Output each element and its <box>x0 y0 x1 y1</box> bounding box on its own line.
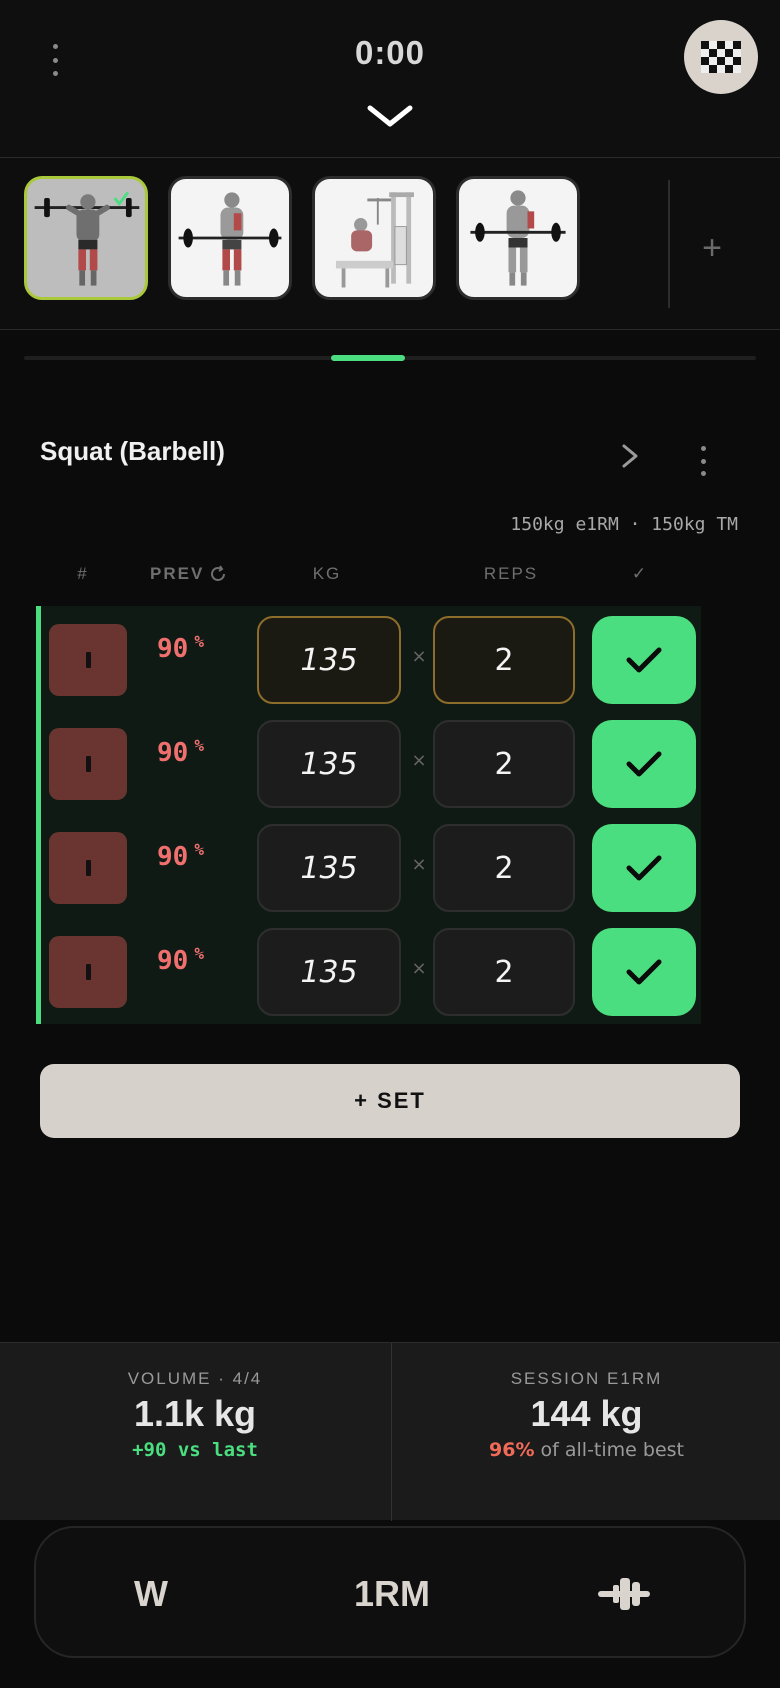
checkered-flag-icon[interactable] <box>684 20 758 94</box>
e1rm-stat: SESSION E1RM 144 kg 96% of all-time best <box>391 1343 780 1521</box>
weight-input[interactable]: 135 <box>257 720 401 808</box>
add-exercise-button[interactable]: + <box>684 228 740 268</box>
sets-table: 90% 135 × 2 90% 135 × 2 90% 135 × 2 90% … <box>36 606 701 1024</box>
check-icon <box>626 647 662 673</box>
reps-input[interactable]: 2 <box>433 616 575 704</box>
column-header-kg: KG <box>312 564 342 583</box>
cable-row-figure-icon <box>335 192 414 288</box>
volume-stat: VOLUME · 4/4 1.1k kg +90 vs last <box>0 1343 390 1521</box>
warmup-button[interactable]: W <box>96 1556 206 1632</box>
barbell-row-figure-icon <box>178 192 282 286</box>
complete-set-button[interactable] <box>592 616 696 704</box>
previous-value[interactable]: 90% <box>157 944 267 976</box>
exercise-menu-icon[interactable] <box>694 446 712 476</box>
exercise-thumbnail-overhead-press[interactable] <box>24 176 148 300</box>
session-stats-panel: VOLUME · 4/4 1.1k kg +90 vs last SESSION… <box>0 1342 780 1521</box>
weight-input[interactable]: 135 <box>257 928 401 1016</box>
column-header-number: # <box>77 564 89 583</box>
barbell-curl-figure-icon <box>470 190 566 286</box>
previous-value[interactable]: 90% <box>157 736 267 768</box>
previous-value[interactable]: 90% <box>157 632 267 664</box>
times-sign: × <box>411 646 427 667</box>
check-icon <box>626 855 662 881</box>
prev-label: PREV <box>150 564 205 583</box>
set-type-button[interactable] <box>49 624 127 696</box>
set-type-button[interactable] <box>49 832 127 904</box>
exercise-thumbnail-cable-row[interactable] <box>312 176 436 300</box>
exercise-thumbnail-barbell-row[interactable] <box>168 176 292 300</box>
check-icon <box>113 191 130 207</box>
reps-input[interactable]: 2 <box>433 824 575 912</box>
set-type-marker <box>85 756 91 772</box>
set-row: 90% 135 × 2 <box>41 606 701 710</box>
times-sign: × <box>411 750 427 771</box>
previous-value[interactable]: 90% <box>157 840 267 872</box>
add-set-button[interactable]: + SET <box>40 1064 740 1138</box>
set-type-button[interactable] <box>49 936 127 1008</box>
chevron-right-icon[interactable] <box>616 440 644 472</box>
one-rm-button[interactable]: 1RM <box>322 1556 462 1632</box>
thumbnail-divider <box>668 180 670 308</box>
exercise-progress-indicator <box>331 355 405 361</box>
check-icon <box>626 959 662 985</box>
reps-input[interactable]: 2 <box>433 928 575 1016</box>
complete-set-button[interactable] <box>592 824 696 912</box>
bottom-toolbar: W 1RM <box>34 1526 746 1658</box>
times-sign: × <box>411 854 427 875</box>
e1rm-label: SESSION E1RM <box>510 1369 663 1388</box>
volume-value: 1.1k kg <box>133 1393 257 1434</box>
set-row: 90% 135 × 2 <box>41 918 701 1022</box>
volume-label: VOLUME · 4/4 <box>127 1369 263 1388</box>
set-row: 90% 135 × 2 <box>41 710 701 814</box>
refresh-icon <box>211 565 226 581</box>
workout-header: 0:00 <box>0 0 780 158</box>
e1rm-comparison: 96% of all-time best <box>489 1439 684 1461</box>
volume-delta: +90 vs last <box>132 1439 258 1461</box>
column-header-check: ✓ <box>631 564 649 583</box>
set-type-marker <box>85 860 91 876</box>
exercise-title[interactable]: Squat (Barbell) <box>40 436 225 467</box>
check-icon <box>626 751 662 777</box>
exercise-thumbnail-barbell-curl[interactable] <box>456 176 580 300</box>
exercise-thumbnail-strip: + <box>0 158 780 330</box>
workout-timer[interactable]: 0:00 <box>0 34 780 72</box>
times-sign: × <box>411 958 427 979</box>
e1rm-value: 144 kg <box>530 1393 643 1434</box>
complete-set-button[interactable] <box>592 720 696 808</box>
complete-set-button[interactable] <box>592 928 696 1016</box>
reps-input[interactable]: 2 <box>433 720 575 808</box>
overhead-press-figure-icon <box>34 191 140 286</box>
weight-input[interactable]: 135 <box>257 616 401 704</box>
barbell-plate-icon[interactable] <box>576 1556 672 1632</box>
exercise-summary: 150kg e1RM · 150kg TM <box>510 514 738 535</box>
weight-input[interactable]: 135 <box>257 824 401 912</box>
chevron-down-icon[interactable] <box>362 100 418 134</box>
exercise-progress-track <box>24 355 756 361</box>
set-type-button[interactable] <box>49 728 127 800</box>
column-header-reps: REPS <box>483 564 539 583</box>
set-type-marker <box>85 652 91 668</box>
set-row: 90% 135 × 2 <box>41 814 701 918</box>
set-type-marker <box>85 964 91 980</box>
column-header-prev[interactable]: PREV <box>150 564 260 584</box>
